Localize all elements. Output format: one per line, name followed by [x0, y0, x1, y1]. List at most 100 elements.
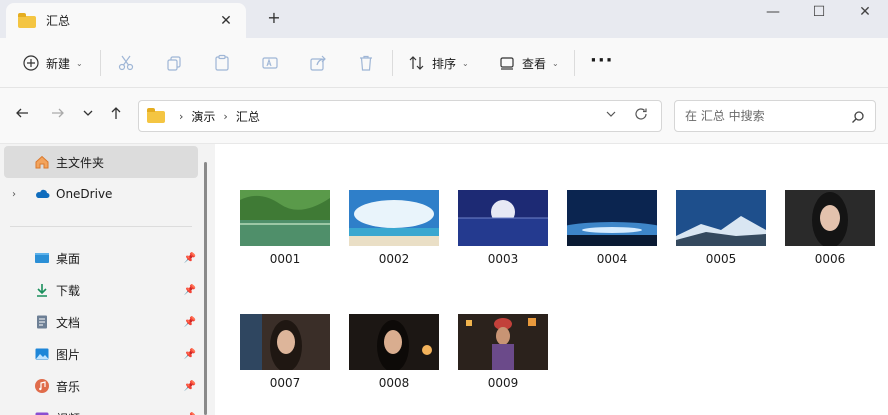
minimize-button[interactable]: —: [750, 0, 796, 30]
image-thumbnail: [552, 190, 672, 246]
search-icon[interactable]: [851, 101, 865, 136]
file-view: 0001 0002 0003 0004 0005 0006 0007 0008 …: [215, 144, 888, 415]
divider: [100, 50, 101, 76]
pin-icon[interactable]: 📌: [184, 381, 196, 392]
folder-icon: [147, 108, 165, 123]
close-tab-icon[interactable]: ✕: [216, 11, 236, 31]
new-button[interactable]: 新建 ⌄: [22, 50, 83, 76]
file-item[interactable]: 0008: [349, 314, 439, 390]
file-item[interactable]: 0006: [785, 190, 875, 266]
sidebar-item-onedrive[interactable]: › OneDrive: [4, 178, 198, 210]
copy-icon[interactable]: [165, 50, 183, 76]
file-name: 0001: [269, 252, 301, 266]
sort-label: 排序: [432, 56, 457, 71]
search-input[interactable]: 在 汇总 中搜索: [674, 100, 876, 132]
image-thumbnail: [785, 190, 875, 248]
file-name: 0003: [487, 252, 519, 266]
pin-icon[interactable]: 📌: [184, 285, 196, 296]
up-icon[interactable]: [106, 105, 126, 125]
image-thumbnail: [349, 190, 439, 246]
chevron-down-icon: ⌄: [76, 58, 83, 68]
image-thumbnail: [240, 314, 330, 372]
sidebar-item-label: 文档: [56, 315, 81, 330]
plus-circle-icon: [22, 54, 40, 72]
sidebar-item-downloads[interactable]: 下载 📌: [4, 274, 198, 306]
pin-icon[interactable]: 📌: [184, 317, 196, 328]
music-icon: [34, 378, 50, 394]
home-icon: [34, 154, 50, 170]
view-label: 查看: [522, 56, 547, 71]
new-label: 新建: [46, 56, 71, 71]
back-icon[interactable]: [12, 105, 32, 125]
more-options-button[interactable]: ···: [590, 50, 614, 71]
view-icon: [498, 54, 516, 72]
navigation-bar: › 演示 › 汇总 在 汇总 中搜索: [0, 88, 888, 144]
tab-current[interactable]: 汇总 ✕: [6, 3, 246, 38]
image-thumbnail: [458, 190, 548, 246]
chevron-right-icon[interactable]: ›: [179, 110, 183, 123]
share-icon[interactable]: [309, 50, 327, 76]
address-bar[interactable]: › 演示 › 汇总: [138, 100, 662, 132]
paste-icon[interactable]: [213, 50, 231, 76]
sidebar-item-label: 图片: [56, 347, 81, 362]
file-name: 0005: [705, 252, 737, 266]
sidebar-item-label: 视频: [56, 410, 80, 415]
sidebar-item-desktop[interactable]: 桌面 📌: [4, 242, 198, 274]
chevron-right-icon[interactable]: ›: [12, 189, 28, 200]
chevron-right-icon[interactable]: ›: [223, 110, 227, 123]
file-name: 0004: [596, 252, 628, 266]
rename-icon[interactable]: [261, 50, 279, 76]
file-item[interactable]: 0003: [458, 190, 548, 266]
file-name: 0007: [269, 376, 301, 390]
maximize-button[interactable]: ☐: [796, 0, 842, 30]
sidebar-item-label: 下载: [56, 283, 81, 298]
divider: [10, 226, 192, 227]
folder-icon: [18, 12, 36, 28]
navigation-pane: 主文件夹 › OneDrive 桌面 📌 下载 📌 文档 📌 图片 📌 音乐 📌: [0, 144, 215, 415]
forward-icon[interactable]: [48, 105, 68, 125]
recent-locations-icon[interactable]: [78, 105, 98, 125]
file-item[interactable]: 0007: [240, 314, 330, 390]
cut-icon[interactable]: [117, 50, 135, 76]
pin-icon[interactable]: 📌: [184, 349, 196, 360]
close-window-button[interactable]: ✕: [842, 0, 888, 30]
breadcrumb-item[interactable]: 演示: [191, 108, 215, 125]
sidebar-scrollbar[interactable]: [204, 162, 207, 415]
view-button[interactable]: 查看 ⌄: [498, 50, 559, 76]
sidebar-item-home[interactable]: 主文件夹: [4, 146, 198, 178]
image-thumbnail: [240, 190, 330, 246]
pictures-icon: [34, 346, 50, 362]
new-tab-button[interactable]: +: [264, 8, 284, 28]
file-item[interactable]: 0001: [240, 190, 330, 266]
download-icon: [34, 282, 50, 298]
file-name: 0002: [378, 252, 410, 266]
pin-icon[interactable]: 📌: [184, 253, 196, 264]
image-thumbnail: [349, 314, 439, 372]
divider: [574, 50, 575, 76]
file-name: 0006: [814, 252, 846, 266]
divider: [392, 50, 393, 76]
sidebar-item-music[interactable]: 音乐 📌: [4, 370, 198, 402]
address-dropdown-icon[interactable]: [605, 108, 617, 123]
file-item[interactable]: 0002: [349, 190, 439, 266]
breadcrumb-item[interactable]: 汇总: [236, 108, 260, 125]
documents-icon: [34, 314, 50, 330]
file-item[interactable]: 0009: [458, 314, 548, 390]
title-bar: 汇总 ✕ + — ☐ ✕: [0, 0, 888, 38]
image-thumbnail: [676, 190, 766, 246]
sidebar-item-documents[interactable]: 文档 📌: [4, 306, 198, 338]
image-thumbnail: [458, 314, 548, 370]
sidebar-item-label: OneDrive: [56, 187, 113, 201]
file-item[interactable]: 0004: [552, 190, 672, 266]
tab-title: 汇总: [46, 14, 71, 28]
file-item[interactable]: 0005: [676, 190, 766, 266]
refresh-icon[interactable]: [633, 106, 649, 126]
delete-icon[interactable]: [357, 50, 375, 76]
sidebar-item-videos[interactable]: 视频 📌: [4, 402, 198, 415]
sort-button[interactable]: 排序 ⌄: [408, 50, 469, 76]
sidebar-item-pictures[interactable]: 图片 📌: [4, 338, 198, 370]
chevron-down-icon: ⌄: [552, 58, 559, 68]
desktop-icon: [34, 250, 50, 266]
cloud-icon: [34, 186, 50, 202]
videos-icon: [34, 410, 50, 415]
